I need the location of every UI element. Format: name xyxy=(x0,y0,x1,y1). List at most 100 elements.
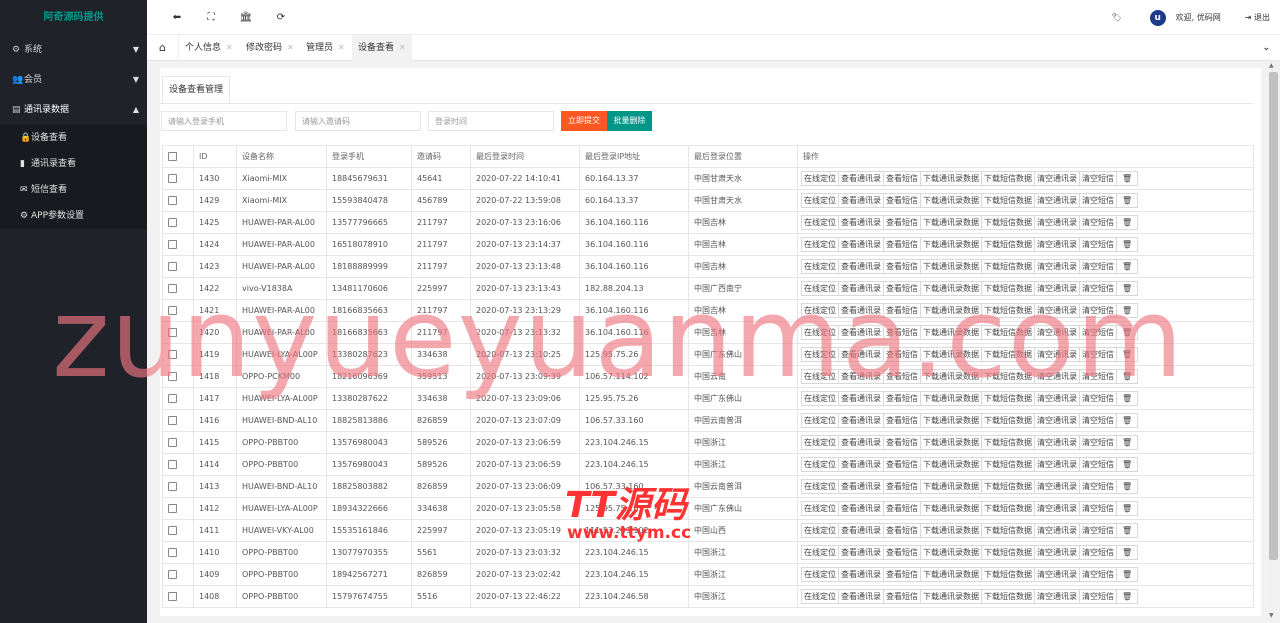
trash-icon[interactable]: 🗑 xyxy=(1116,589,1139,604)
clear-contacts-button[interactable]: 清空通讯录 xyxy=(1034,413,1080,428)
clear-contacts-button[interactable]: 清空通讯录 xyxy=(1034,281,1080,296)
clear-contacts-button[interactable]: 清空通讯录 xyxy=(1034,325,1080,340)
row-checkbox[interactable] xyxy=(168,526,177,535)
download-sms-button[interactable]: 下载短信数据 xyxy=(981,281,1035,296)
trash-icon[interactable]: 🗑 xyxy=(1116,171,1139,186)
card-title-tab[interactable]: 设备查看管理 xyxy=(162,76,231,103)
view-contacts-button[interactable]: 查看通讯录 xyxy=(838,457,884,472)
download-contacts-button[interactable]: 下载通讯录数据 xyxy=(920,369,982,384)
download-contacts-button[interactable]: 下载通讯录数据 xyxy=(920,281,982,296)
clear-sms-button[interactable]: 清空短信 xyxy=(1079,259,1117,274)
view-sms-button[interactable]: 查看短信 xyxy=(883,567,921,582)
close-icon[interactable]: ✕ xyxy=(287,43,294,52)
trash-icon[interactable]: 🗑 xyxy=(1116,457,1139,472)
row-checkbox[interactable] xyxy=(168,196,177,205)
download-contacts-button[interactable]: 下载通讯录数据 xyxy=(920,391,982,406)
locate-button[interactable]: 在线定位 xyxy=(801,523,839,538)
sidebar-subitem-contacts-view[interactable]: ▮ 通讯录查看 xyxy=(0,151,147,177)
row-checkbox[interactable] xyxy=(168,174,177,183)
view-contacts-button[interactable]: 查看通讯录 xyxy=(838,545,884,560)
row-checkbox[interactable] xyxy=(168,504,177,513)
view-sms-button[interactable]: 查看短信 xyxy=(883,413,921,428)
clear-contacts-button[interactable]: 清空通讯录 xyxy=(1034,171,1080,186)
download-sms-button[interactable]: 下载短信数据 xyxy=(981,567,1035,582)
trash-icon[interactable]: 🗑 xyxy=(1116,259,1139,274)
trash-icon[interactable]: 🗑 xyxy=(1116,413,1139,428)
locate-button[interactable]: 在线定位 xyxy=(801,501,839,516)
clear-sms-button[interactable]: 清空短信 xyxy=(1079,237,1117,252)
download-contacts-button[interactable]: 下载通讯录数据 xyxy=(920,457,982,472)
row-checkbox[interactable] xyxy=(168,438,177,447)
clear-contacts-button[interactable]: 清空通讯录 xyxy=(1034,303,1080,318)
locate-button[interactable]: 在线定位 xyxy=(801,391,839,406)
view-contacts-button[interactable]: 查看通讯录 xyxy=(838,523,884,538)
clear-contacts-button[interactable]: 清空通讯录 xyxy=(1034,259,1080,274)
clear-sms-button[interactable]: 清空短信 xyxy=(1079,545,1117,560)
trash-icon[interactable]: 🗑 xyxy=(1116,479,1139,494)
locate-button[interactable]: 在线定位 xyxy=(801,259,839,274)
download-sms-button[interactable]: 下载短信数据 xyxy=(981,589,1035,604)
view-contacts-button[interactable]: 查看通讯录 xyxy=(838,237,884,252)
clear-sms-button[interactable]: 清空短信 xyxy=(1079,501,1117,516)
view-contacts-button[interactable]: 查看通讯录 xyxy=(838,347,884,362)
row-checkbox[interactable] xyxy=(168,218,177,227)
locate-button[interactable]: 在线定位 xyxy=(801,413,839,428)
scroll-up-arrow-icon[interactable]: ▲ xyxy=(1269,62,1274,69)
bank-icon[interactable]: 🏛 xyxy=(235,0,257,35)
clear-sms-button[interactable]: 清空短信 xyxy=(1079,281,1117,296)
clear-sms-button[interactable]: 清空短信 xyxy=(1079,369,1117,384)
locate-button[interactable]: 在线定位 xyxy=(801,369,839,384)
trash-icon[interactable]: 🗑 xyxy=(1116,303,1139,318)
trash-icon[interactable]: 🗑 xyxy=(1116,215,1139,230)
close-icon[interactable]: ✕ xyxy=(399,43,406,52)
clear-contacts-button[interactable]: 清空通讯录 xyxy=(1034,391,1080,406)
locate-button[interactable]: 在线定位 xyxy=(801,457,839,472)
view-contacts-button[interactable]: 查看通讯录 xyxy=(838,193,884,208)
clear-sms-button[interactable]: 清空短信 xyxy=(1079,413,1117,428)
fullscreen-icon[interactable]: ⛶ xyxy=(200,0,222,35)
trash-icon[interactable]: 🗑 xyxy=(1116,347,1139,362)
sidebar-subitem-app-settings[interactable]: ⚙ APP参数设置 xyxy=(0,203,147,229)
view-sms-button[interactable]: 查看短信 xyxy=(883,369,921,384)
clear-contacts-button[interactable]: 清空通讯录 xyxy=(1034,435,1080,450)
trash-icon[interactable]: 🗑 xyxy=(1116,501,1139,516)
view-contacts-button[interactable]: 查看通讯录 xyxy=(838,567,884,582)
clear-contacts-button[interactable]: 清空通讯录 xyxy=(1034,457,1080,472)
download-sms-button[interactable]: 下载短信数据 xyxy=(981,325,1035,340)
locate-button[interactable]: 在线定位 xyxy=(801,215,839,230)
download-contacts-button[interactable]: 下载通讯录数据 xyxy=(920,303,982,318)
view-sms-button[interactable]: 查看短信 xyxy=(883,259,921,274)
clear-contacts-button[interactable]: 清空通讯录 xyxy=(1034,501,1080,516)
clear-contacts-button[interactable]: 清空通讯录 xyxy=(1034,369,1080,384)
trash-icon[interactable]: 🗑 xyxy=(1116,369,1139,384)
clear-contacts-button[interactable]: 清空通讯录 xyxy=(1034,215,1080,230)
view-contacts-button[interactable]: 查看通讯录 xyxy=(838,259,884,274)
download-sms-button[interactable]: 下载短信数据 xyxy=(981,545,1035,560)
row-checkbox[interactable] xyxy=(168,372,177,381)
download-contacts-button[interactable]: 下载通讯录数据 xyxy=(920,479,982,494)
row-checkbox[interactable] xyxy=(168,548,177,557)
view-contacts-button[interactable]: 查看通讯录 xyxy=(838,215,884,230)
view-sms-button[interactable]: 查看短信 xyxy=(883,589,921,604)
view-contacts-button[interactable]: 查看通讯录 xyxy=(838,303,884,318)
download-sms-button[interactable]: 下载短信数据 xyxy=(981,435,1035,450)
tab-device-view[interactable]: 设备查看 ✕ xyxy=(352,35,412,61)
download-sms-button[interactable]: 下载短信数据 xyxy=(981,457,1035,472)
batch-delete-button[interactable]: 批量删除 xyxy=(607,111,652,131)
invite-code-input[interactable] xyxy=(295,111,421,131)
download-contacts-button[interactable]: 下载通讯录数据 xyxy=(920,435,982,450)
view-contacts-button[interactable]: 查看通讯录 xyxy=(838,391,884,406)
tab-change-password[interactable]: 修改密码 ✕ xyxy=(240,35,300,61)
clear-sms-button[interactable]: 清空短信 xyxy=(1079,391,1117,406)
row-checkbox[interactable] xyxy=(168,570,177,579)
view-sms-button[interactable]: 查看短信 xyxy=(883,501,921,516)
welcome-text[interactable]: 欢迎, 优码网 xyxy=(1176,0,1221,35)
row-checkbox[interactable] xyxy=(168,592,177,601)
download-sms-button[interactable]: 下载短信数据 xyxy=(981,479,1035,494)
row-checkbox[interactable] xyxy=(168,284,177,293)
download-sms-button[interactable]: 下载短信数据 xyxy=(981,171,1035,186)
view-sms-button[interactable]: 查看短信 xyxy=(883,391,921,406)
download-contacts-button[interactable]: 下载通讯录数据 xyxy=(920,567,982,582)
clear-contacts-button[interactable]: 清空通讯录 xyxy=(1034,479,1080,494)
home-icon[interactable]: ⌂ xyxy=(147,35,179,61)
